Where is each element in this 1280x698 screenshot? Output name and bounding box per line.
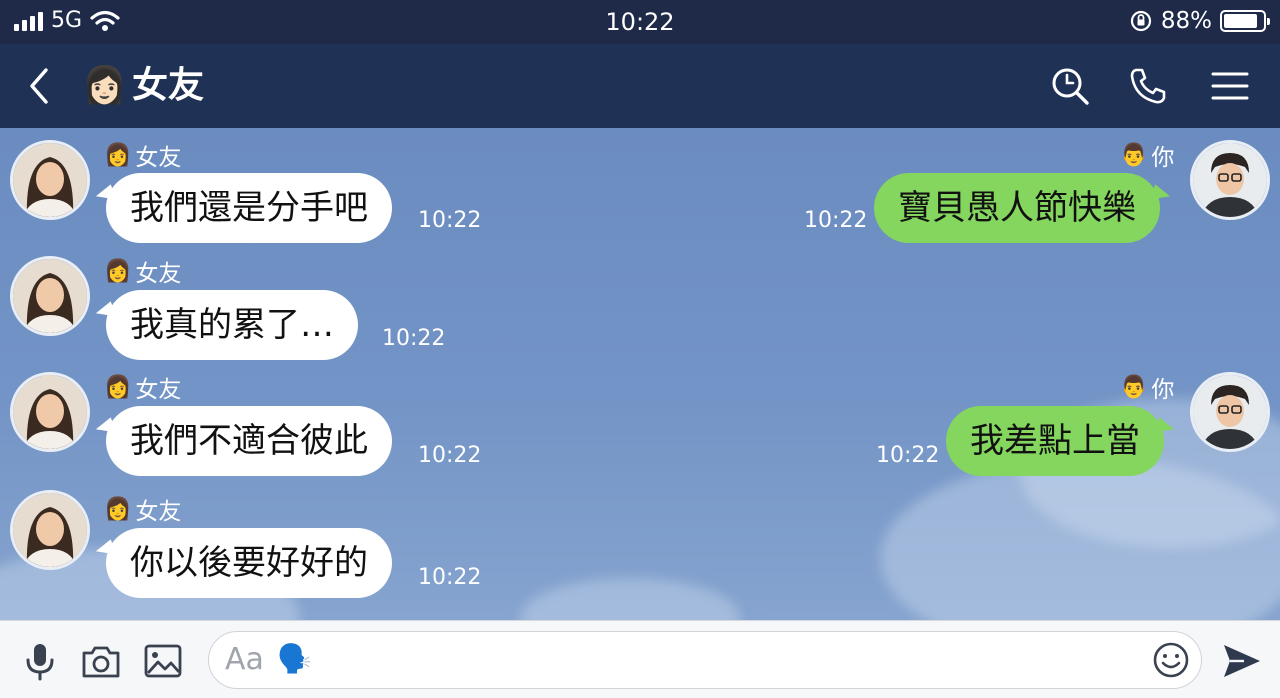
sender-name: 👩 女友 <box>104 256 182 288</box>
my-emoji: 👨 <box>1120 142 1148 168</box>
my-avatar[interactable] <box>1190 140 1270 220</box>
my-avatar[interactable] <box>1190 372 1270 452</box>
chat-title: 女友 <box>132 65 205 106</box>
my-name-label: 你 <box>1151 145 1175 171</box>
phone-icon[interactable] <box>1126 64 1170 108</box>
menu-icon[interactable] <box>1208 64 1252 108</box>
message-input[interactable]: Aa 🗣️ <box>208 631 1202 689</box>
battery-percent: 88% <box>1160 8 1212 34</box>
chat-header: 👩🏻 女友 <box>0 44 1280 128</box>
sender-name: 👩 女友 <box>104 372 182 404</box>
sender-emoji: 👩 <box>104 258 132 284</box>
message-time: 10:22 <box>876 443 940 468</box>
search-icon[interactable] <box>1048 64 1092 108</box>
message-time: 10:22 <box>418 565 482 590</box>
sender-name-label: 女友 <box>135 377 182 403</box>
message-bubble[interactable]: 你以後要好好的 <box>106 528 392 598</box>
sender-name-label: 女友 <box>135 499 182 525</box>
sender-emoji: 👩 <box>104 142 132 168</box>
sender-name: 👩 女友 <box>104 494 182 526</box>
back-icon[interactable] <box>20 64 60 108</box>
message-bubble[interactable]: 我真的累了… <box>106 290 358 360</box>
sender-name: 👩 女友 <box>104 140 182 172</box>
message-bubble[interactable]: 寶貝愚人節快樂 <box>874 173 1160 243</box>
message-time: 10:22 <box>382 326 446 351</box>
contact-avatar[interactable] <box>10 490 90 570</box>
message-bubble[interactable]: 我差點上當 <box>946 406 1164 476</box>
my-emoji: 👨 <box>1120 374 1148 400</box>
message-time: 10:22 <box>418 208 482 233</box>
microphone-icon[interactable] <box>18 639 62 683</box>
send-icon[interactable] <box>1220 639 1264 683</box>
sender-name-label: 女友 <box>135 145 182 171</box>
my-name-label: 你 <box>1151 377 1175 403</box>
battery-icon <box>1220 10 1270 32</box>
message-bubble[interactable]: 我們還是分手吧 <box>106 173 392 243</box>
battery-level <box>1224 14 1258 28</box>
contact-emoji: 👩🏻 <box>82 65 127 106</box>
my-name: 👨 你 <box>1120 140 1175 172</box>
image-icon[interactable] <box>141 639 185 683</box>
message-time: 10:22 <box>804 208 868 233</box>
status-right: 88% <box>1129 8 1270 34</box>
contact-avatar[interactable] <box>10 140 90 220</box>
camera-icon[interactable] <box>79 639 123 683</box>
contact-avatar[interactable] <box>10 372 90 452</box>
voice-input-icon[interactable]: 🗣️ <box>277 642 312 675</box>
emoji-icon[interactable] <box>1151 640 1191 680</box>
input-placeholder: Aa <box>225 642 264 677</box>
cloud-decoration <box>520 578 740 620</box>
sender-name-label: 女友 <box>135 261 182 287</box>
message-time: 10:22 <box>418 443 482 468</box>
sender-emoji: 👩 <box>104 496 132 522</box>
my-name: 👨 你 <box>1120 372 1175 404</box>
sender-emoji: 👩 <box>104 374 132 400</box>
chat-area[interactable]: 👩 女友 我們還是分手吧 10:22 👨 你 寶貝愚人節快樂 10:22 👩 女… <box>0 128 1280 620</box>
message-bubble[interactable]: 我們不適合彼此 <box>106 406 392 476</box>
status-bar: 5G 10:22 88% <box>0 0 1280 44</box>
input-bar: Aa 🗣️ <box>0 620 1280 698</box>
rotation-lock-icon <box>1130 10 1151 32</box>
contact-avatar[interactable] <box>10 256 90 336</box>
status-time: 10:22 <box>605 8 675 36</box>
